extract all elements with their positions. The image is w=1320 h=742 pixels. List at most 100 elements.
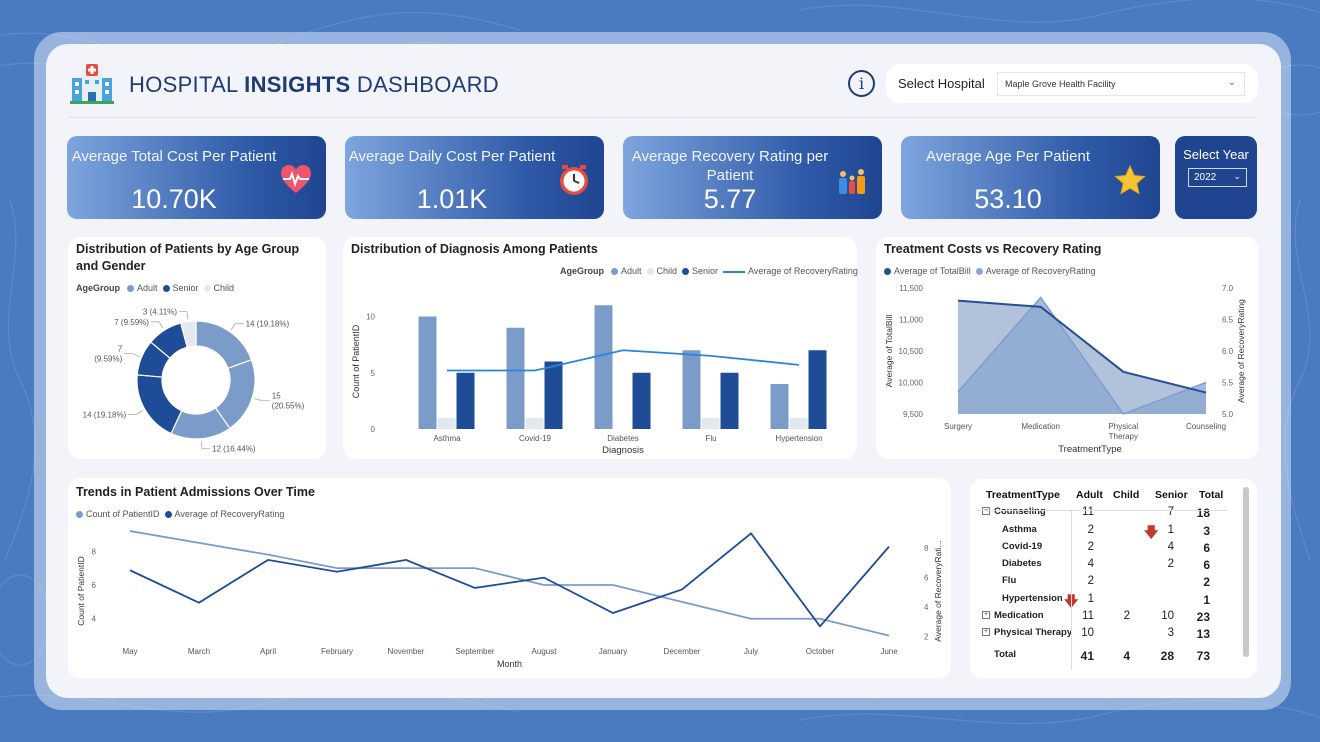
expand-icon[interactable]: + xyxy=(982,611,990,620)
donut-data-label: 7 (9.59%) xyxy=(94,345,123,364)
matrix-header-treatment[interactable]: TreatmentType xyxy=(986,489,1060,501)
matrix-cell-total: 1 xyxy=(1203,592,1210,607)
x-tick-label: July xyxy=(744,647,758,656)
table-row[interactable]: −Counseling11718 xyxy=(978,504,1236,521)
kpi-value: 10.70K xyxy=(131,184,217,214)
donut-data-label: 14 (19.18%) xyxy=(83,411,127,420)
legend-item-recovery-rating[interactable]: Average of RecoveryRating xyxy=(164,509,284,519)
treatment-matrix: TreatmentType Adult Child Senior Total −… xyxy=(970,479,1257,678)
y-tick-label: 8 xyxy=(92,547,97,556)
kpi-title: Average Age Per Patient xyxy=(925,148,1090,165)
x-tick-label: Asthma xyxy=(433,434,461,443)
y-tick-label: 10 xyxy=(366,313,375,322)
x-axis-label: TreatmentType xyxy=(1058,444,1122,455)
bar xyxy=(770,384,789,429)
legend-title: AgeGroup xyxy=(76,283,120,293)
x-tick-label: Covid-19 xyxy=(519,434,552,443)
matrix-row-label: Counseling xyxy=(994,506,1046,518)
y-tick-label: 4 xyxy=(92,615,97,624)
hospital-slicer-label: Select Hospital xyxy=(898,76,985,91)
collapse-icon[interactable]: − xyxy=(982,507,990,516)
matrix-cell-senior: 3 xyxy=(1167,627,1174,640)
donut-data-label: 3 (4.11%) xyxy=(143,308,177,317)
donut-slice xyxy=(195,320,253,370)
x-tick-label: May xyxy=(122,647,137,656)
matrix-row-label: Medication xyxy=(994,610,1044,622)
x-tick-label: October xyxy=(806,647,835,656)
diagnosis-chart-title: Distribution of Diagnosis Among Patients xyxy=(351,242,598,256)
y-tick-label: 0 xyxy=(371,425,376,434)
heart-pulse-icon xyxy=(281,165,311,193)
legend-item-recovery-rating[interactable]: Average of RecoveryRating xyxy=(975,266,1096,276)
legend-item-child[interactable]: Child xyxy=(646,266,677,276)
matrix-header-adult[interactable]: Adult xyxy=(1076,489,1103,501)
matrix-cell-child: 2 xyxy=(1123,610,1130,623)
legend-item-senior[interactable]: Senior xyxy=(682,266,718,276)
matrix-cell-total: 2 xyxy=(1203,575,1210,590)
legend-item-recovery-line[interactable]: Average of RecoveryRating xyxy=(723,266,858,276)
matrix-column-divider xyxy=(1071,510,1072,670)
bar xyxy=(632,372,651,429)
table-row[interactable]: Flu 2 2 xyxy=(978,573,1236,590)
matrix-header-child[interactable]: Child xyxy=(1113,489,1139,501)
bar xyxy=(525,417,544,429)
table-row[interactable]: + Physical Therapy 10 3 13 xyxy=(978,625,1236,642)
table-row[interactable]: Asthma 2 1 3 🡇 xyxy=(978,522,1236,540)
legend-item-count[interactable]: Count of PatientID xyxy=(76,509,160,519)
kpi-value: 1.01K xyxy=(416,184,488,214)
matrix-row-label: Total xyxy=(994,648,1016,660)
table-row[interactable]: Diabetes 4 2 6 xyxy=(978,556,1236,573)
y-tick-label: 5 xyxy=(371,369,376,378)
donut-leader-line xyxy=(200,440,211,450)
matrix-total-row[interactable]: Total 41 4 28 73 xyxy=(978,647,1236,664)
y-tick-label: 9,500 xyxy=(903,410,924,419)
clock-icon xyxy=(560,165,588,195)
x-tick-label: Flu xyxy=(705,434,716,443)
donut-slice xyxy=(136,374,183,435)
matrix-header-row: TreatmentType Adult Child Senior Total xyxy=(978,487,1236,504)
diagnosis-legend: AgeGroup Adult Child Senior Average of R… xyxy=(560,266,858,276)
kpi-title: Average Recovery Rating per Patient xyxy=(631,148,829,184)
kpi-avg-daily-cost: Average Daily Cost Per Patient 1.01K xyxy=(345,136,604,219)
info-icon: i xyxy=(858,74,865,93)
page-title: HOSPITAL INSIGHTS DASHBOARD xyxy=(129,72,499,97)
matrix-cell-total: 73 xyxy=(1196,648,1210,663)
matrix-cell-total: 3 xyxy=(1203,523,1210,538)
bar xyxy=(808,350,827,429)
chevron-down-icon: ⌄ xyxy=(1227,77,1236,88)
legend-item-child[interactable]: Child xyxy=(203,283,234,293)
x-axis-label: Month xyxy=(497,659,522,669)
x-tick-label: August xyxy=(532,647,558,656)
hospital-dropdown[interactable]: Maple Grove Health Facility ⌄ xyxy=(997,72,1245,96)
legend-item-total-bill[interactable]: Average of TotalBill xyxy=(884,266,971,276)
legend-item-senior[interactable]: Senior xyxy=(162,283,199,293)
legend-item-adult[interactable]: Adult xyxy=(127,283,158,293)
y-tick-label: 6 xyxy=(92,581,97,590)
trend-chart: 4 6 8 2 4 6 8 May March April February November Sept… xyxy=(76,530,943,669)
table-row[interactable]: + Medication 11 2 10 23 xyxy=(978,608,1236,625)
y2-tick-label: 5.5 xyxy=(1222,379,1234,388)
star-icon xyxy=(1114,164,1146,195)
year-dropdown[interactable]: 2022 ⌄ xyxy=(1188,168,1247,187)
donut-data-label: 7 (9.59%) xyxy=(114,318,149,327)
expand-icon[interactable]: + xyxy=(982,628,990,637)
bar xyxy=(701,417,720,429)
matrix-scrollbar[interactable] xyxy=(1243,487,1249,657)
family-icon xyxy=(839,169,865,194)
matrix-header-senior[interactable]: Senior xyxy=(1155,489,1188,501)
matrix-header-total[interactable]: Total xyxy=(1199,489,1223,501)
info-button[interactable]: i xyxy=(848,70,875,97)
donut-leader-line xyxy=(150,321,164,329)
x-tick-label: Therapy xyxy=(1109,432,1138,441)
legend-item-adult[interactable]: Adult xyxy=(611,266,642,276)
donut-data-label: 14 (19.18%) xyxy=(246,319,290,328)
legend-title: AgeGroup xyxy=(560,266,604,276)
matrix-row-label: Diabetes xyxy=(1002,558,1042,570)
donut-legend: AgeGroup Adult Senior Child xyxy=(76,283,234,293)
matrix-row-label: Physical Therapy xyxy=(994,627,1073,639)
matrix-cell-total: 18 xyxy=(1196,506,1210,521)
kpi-value: 53.10 xyxy=(974,184,1042,214)
bar xyxy=(594,305,613,429)
table-row[interactable]: Covid-19 2 4 6 xyxy=(978,539,1236,556)
table-row[interactable]: Hypertension11🡇 xyxy=(978,591,1236,609)
